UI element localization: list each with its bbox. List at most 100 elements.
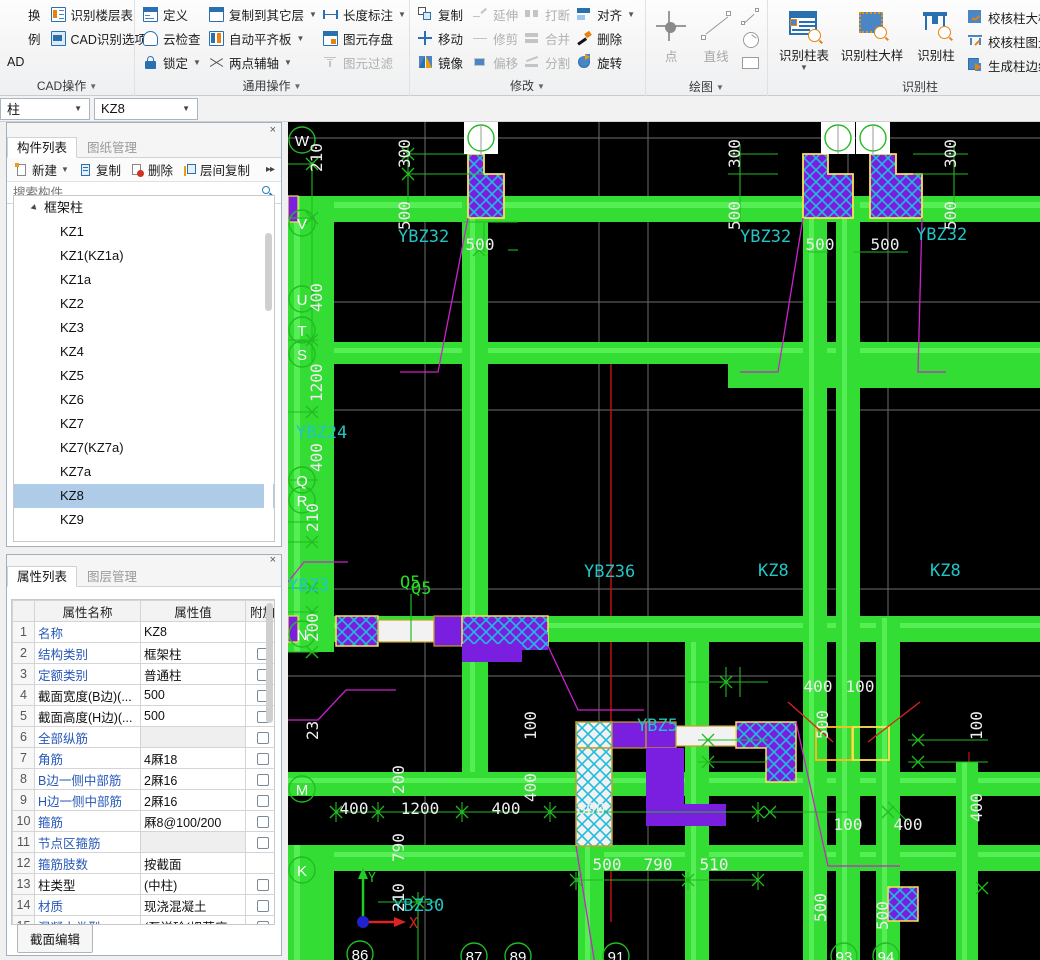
close-icon[interactable]: × (270, 123, 276, 137)
component-tree-scrollbar[interactable] (264, 197, 273, 540)
tree-item-kz7kz7a[interactable]: KZ7(KZ7a) (14, 436, 274, 460)
property-value-cell[interactable]: 500 (140, 684, 246, 706)
ribbon-item-identify-column-detail[interactable]: 识别柱大样 (836, 3, 908, 77)
property-value-cell[interactable]: 4厤18 (140, 747, 246, 769)
table-row[interactable]: 14 材质 现浇混凝土 (12, 894, 274, 916)
ribbon-item-identify-floor-table[interactable]: 识别楼层表 (47, 2, 137, 26)
ribbon-item-identify-column[interactable]: 识别柱 (908, 3, 964, 77)
toolbar-overflow-button[interactable]: ▸▸ (266, 164, 278, 175)
ribbon-item-length-dimension[interactable]: 长度标注 ▼ (319, 2, 412, 26)
ribbon-item-generate-column-edge[interactable]: 生成柱边线 ▼ (964, 53, 1040, 77)
ribbon-item-extend[interactable]: 延伸 (469, 2, 521, 26)
property-value-cell[interactable] (140, 726, 246, 748)
property-value-cell[interactable] (140, 831, 246, 853)
tree-item-kz1a[interactable]: KZ1a (14, 268, 274, 292)
property-value-cell[interactable]: (泵送砼(坍落度... (140, 915, 246, 924)
ribbon-item-point[interactable]: 点 (650, 4, 692, 77)
circle-icon[interactable] (740, 29, 763, 53)
property-grid-scrollbar[interactable] (265, 601, 274, 923)
ribbon-item-split[interactable]: 分割 (521, 50, 573, 74)
table-row[interactable]: 5 截面高度(H边)(... 500 (12, 705, 274, 727)
ribbon-item-align[interactable]: 对齐 ▼ (573, 2, 641, 26)
table-row[interactable]: 3 定额类别 普通柱 (12, 663, 274, 685)
component-type-dropdown[interactable]: 柱 ▼ (0, 97, 90, 120)
tree-item-kz3[interactable]: KZ3 (14, 316, 274, 340)
copy-component-button[interactable]: 复制 (74, 160, 126, 180)
ribbon-item-copy[interactable]: 复制 (414, 2, 469, 26)
tree-item-kz1kz1a[interactable]: KZ1(KZ1a) (14, 244, 274, 268)
table-row[interactable]: 7 角筋 4厤18 (12, 747, 274, 769)
tab-layer-management[interactable]: 图层管理 (77, 566, 147, 586)
component-tree[interactable]: 框架柱 KZ1 KZ1(KZ1a) KZ1a KZ2 KZ3 KZ4 KZ5 KZ6 KZ7 KZ… (13, 195, 275, 542)
ribbon-item-check-column-detail[interactable]: 校核柱大样 (964, 5, 1040, 29)
ribbon-group-title[interactable]: 通用操作 ▼ (135, 76, 409, 96)
copy-between-floors-button[interactable]: 层间复制 (178, 160, 255, 180)
ribbon-group-title[interactable]: CAD操作 ▼ (0, 76, 134, 96)
ribbon-item-cad[interactable]: AD (4, 50, 47, 74)
tree-item-kz7a[interactable]: KZ7a (14, 460, 274, 484)
tab-property-list[interactable]: 属性列表 (7, 566, 78, 587)
tree-item-kz5[interactable]: KZ5 (14, 364, 274, 388)
table-row[interactable]: 1 名称 KZ8 (12, 621, 274, 643)
property-grid[interactable]: 属性名称 属性值 附加 1 名称 KZ8 2 结构类别 框架柱 3 定额类别 普通柱 4 截面宽度(… (11, 599, 275, 925)
ribbon-item-auto-align-slab[interactable]: 自动平齐板 ▼ (205, 26, 319, 50)
section-edit-button[interactable]: 截面编辑 (17, 924, 94, 953)
property-value-cell[interactable]: 框架柱 (140, 642, 246, 664)
table-row[interactable]: 13 柱类型 (中柱) (12, 873, 274, 895)
ribbon-item-mirror[interactable]: 镜像 (414, 50, 469, 74)
ribbon-item-lock[interactable]: 锁定 ▼ (139, 50, 205, 74)
tree-node-frame-column[interactable]: 框架柱 (14, 196, 274, 220)
ribbon-item-trim[interactable]: 修剪 (469, 26, 521, 50)
property-value-cell[interactable]: 2厤16 (140, 789, 246, 811)
cad-drawing-svg[interactable]: WV UT SQ RN MK 86 87 89 91 93 94 YBZ32 Y… (288, 122, 1040, 960)
ribbon-item-rotate[interactable]: 旋转 (573, 50, 641, 74)
ribbon-item-copy-to-other-floor[interactable]: 复制到其它层 ▼ (205, 2, 319, 26)
property-value-cell[interactable]: 2厤16 (140, 768, 246, 790)
ribbon-item-move[interactable]: 移动 (414, 26, 469, 50)
tree-item-kz6[interactable]: KZ6 (14, 388, 274, 412)
ribbon-item-check-column-element[interactable]: 校核柱图元 (964, 29, 1040, 53)
ribbon-item-cad-identify-options[interactable]: CAD识别选项 (47, 26, 147, 50)
property-value-cell[interactable]: (中柱) (140, 873, 246, 895)
ribbon-item-break[interactable]: 打断 (521, 2, 573, 26)
scrollbar-thumb[interactable] (265, 233, 272, 311)
table-row[interactable]: 6 全部纵筋 (12, 726, 274, 748)
property-value-cell[interactable]: 按截面 (140, 852, 246, 874)
delete-component-button[interactable]: 删除 (126, 160, 178, 180)
ribbon-group-title[interactable]: 修改 ▼ (410, 76, 645, 96)
table-row[interactable]: 8 B边一侧中部筋 2厤16 (12, 768, 274, 790)
ribbon-item-define[interactable]: 定义 (139, 2, 205, 26)
cad-drawing-canvas[interactable]: WV UT SQ RN MK 86 87 89 91 93 94 YBZ32 Y… (288, 122, 1040, 960)
table-row[interactable]: 11 节点区箍筋 (12, 831, 274, 853)
tree-item-kz4[interactable]: KZ4 (14, 340, 274, 364)
property-value-cell[interactable]: 500 (140, 705, 246, 727)
ribbon-item-merge[interactable]: 合并 (521, 26, 573, 50)
property-value-cell[interactable]: 现浇混凝土 (140, 894, 246, 916)
tree-item-kz8[interactable]: KZ8 (14, 484, 274, 508)
component-name-dropdown[interactable]: KZ8 ▼ (94, 97, 198, 120)
property-value-cell[interactable]: 普通柱 (140, 663, 246, 685)
ribbon-item-line[interactable]: 直线 (692, 4, 740, 77)
ribbon-item-delete[interactable]: 删除 (573, 26, 641, 50)
new-component-button[interactable]: 新建 ▼ (10, 160, 74, 180)
tree-item-kz2[interactable]: KZ2 (14, 292, 274, 316)
ribbon-item-offset[interactable]: 偏移 (469, 50, 521, 74)
ribbon-item-identify-column-table[interactable]: 识别柱表 ▼ (772, 3, 836, 77)
ribbon-item-filter-element[interactable]: 图元过滤 (319, 50, 412, 74)
property-value-cell[interactable]: 厤8@100/200 (140, 810, 246, 832)
table-row[interactable]: 10 箍筋 厤8@100/200 (12, 810, 274, 832)
table-row[interactable]: 9 H边一侧中部筋 2厤16 (12, 789, 274, 811)
scrollbar-thumb[interactable] (266, 603, 273, 723)
arc-icon[interactable] (740, 5, 763, 29)
ribbon-item-swap[interactable]: 换 (4, 2, 47, 26)
rectangle-icon[interactable] (740, 53, 763, 77)
table-row[interactable]: 2 结构类别 框架柱 (12, 642, 274, 664)
property-value-cell[interactable]: KZ8 (140, 621, 246, 643)
ribbon-item-two-point-axis[interactable]: 两点辅轴 ▼ (205, 50, 319, 74)
tab-component-list[interactable]: 构件列表 (7, 137, 78, 158)
table-row[interactable]: 12 箍筋肢数 按截面 (12, 852, 274, 874)
close-icon[interactable]: × (270, 555, 276, 566)
tree-item-kz9[interactable]: KZ9 (14, 508, 274, 532)
tree-item-kz1[interactable]: KZ1 (14, 220, 274, 244)
tab-drawing-management[interactable]: 图纸管理 (77, 137, 147, 157)
